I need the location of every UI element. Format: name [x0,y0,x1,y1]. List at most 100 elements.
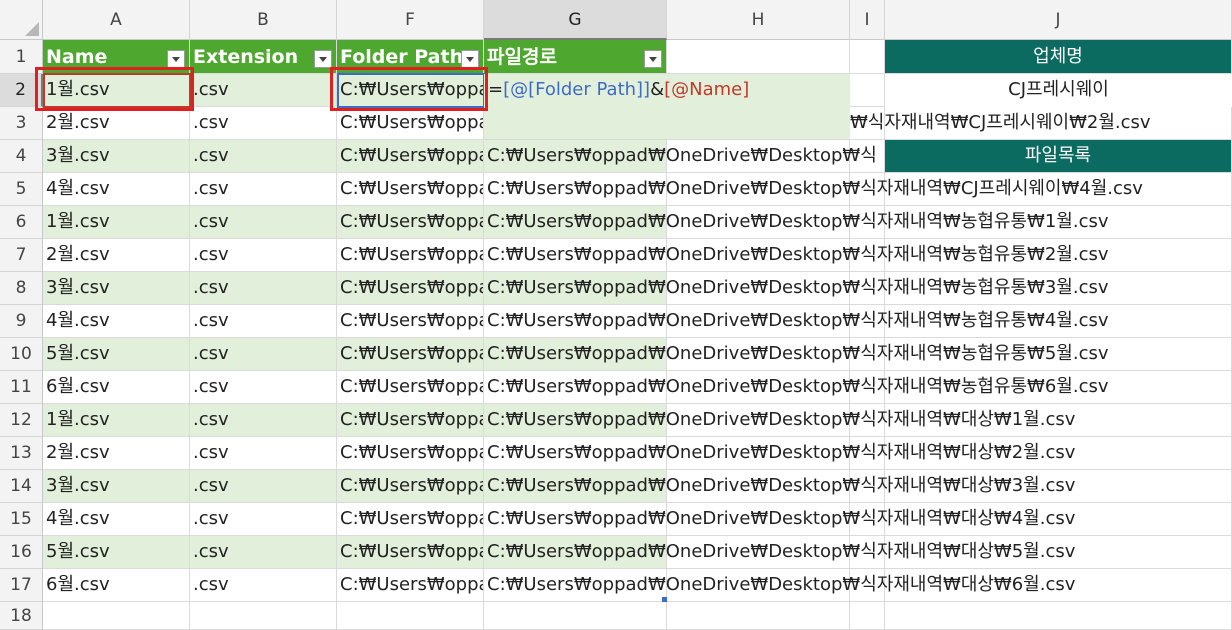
folder-path-cell[interactable]: C:₩Users₩oppa [337,140,484,173]
name-cell[interactable]: 1월.csv [43,404,190,437]
folder-path-cell[interactable]: C:₩Users₩oppa [337,107,484,140]
column-header-h[interactable]: H [667,0,850,40]
extension-cell[interactable]: .csv [190,239,337,272]
file-path-cell[interactable]: C:₩Users₩oppad₩OneDrive₩Desktop₩식자재내역₩농협… [484,338,1109,371]
file-path-cell[interactable]: C:₩Users₩oppad₩OneDrive₩Desktop₩식자재내역₩농협… [484,305,1109,338]
extension-cell[interactable]: .csv [190,272,337,305]
column-header-a[interactable]: A [43,0,190,40]
extension-cell[interactable]: .csv [190,305,337,338]
folder-path-cell[interactable]: C:₩Users₩oppa [337,239,484,272]
extension-cell[interactable]: .csv [190,404,337,437]
cell[interactable] [484,602,667,630]
name-cell[interactable]: 3월.csv [43,140,190,173]
select-all-corner[interactable] [0,0,43,40]
folder-path-cell[interactable]: C:₩Users₩oppa [337,503,484,536]
row-header-13[interactable]: 13 [0,437,43,470]
extension-cell[interactable]: .csv [190,140,337,173]
name-cell[interactable]: 5월.csv [43,338,190,371]
folder-path-cell[interactable]: C:₩Users₩oppa [337,437,484,470]
row-header-1[interactable]: 1 [0,40,43,74]
file-path-cell[interactable]: C:₩Users₩oppad₩OneDrive₩Desktop₩식자재내역₩대상… [484,404,1075,437]
name-cell[interactable]: 4월.csv [43,173,190,206]
folder-path-cell[interactable]: C:₩Users₩oppa [337,206,484,239]
row-header-5[interactable]: 5 [0,173,43,206]
column-header-b[interactable]: B [190,0,337,40]
folder-path-cell[interactable]: C:₩Users₩oppa [337,272,484,305]
extension-cell[interactable]: .csv [190,569,337,602]
name-cell[interactable]: 4월.csv [43,305,190,338]
row-header-10[interactable]: 10 [0,338,43,371]
file-path-cell[interactable]: C:₩Users₩oppad₩OneDrive₩Desktop₩식자재내역₩농협… [484,206,1109,239]
row-header-9[interactable]: 9 [0,305,43,338]
folder-path-cell[interactable]: C:₩Users₩oppa [337,470,484,503]
file-path-cell[interactable]: ₩식자재내역₩CJ프레시웨이₩2월.csv [850,107,1230,140]
cell[interactable] [190,602,337,630]
name-cell[interactable]: 2월.csv [43,239,190,272]
file-path-cell[interactable]: C:₩Users₩oppad₩OneDrive₩Desktop₩식자재내역₩대상… [484,437,1075,470]
formula-edit-cell[interactable]: =[@[Folder Path]]&[@Name] [484,74,850,139]
extension-cell[interactable]: .csv [190,470,337,503]
folder-path-cell[interactable]: C:₩Users₩oppa [337,173,484,206]
cell[interactable] [337,602,484,630]
row-header-3[interactable]: 3 [0,107,43,140]
filter-dropdown-icon[interactable] [461,50,479,68]
folder-path-cell[interactable]: C:₩Users₩oppa [337,338,484,371]
folder-path-cell[interactable]: C:₩Users₩oppa [337,371,484,404]
cell[interactable] [43,602,190,630]
folder-path-cell[interactable]: C:₩Users₩oppa [337,305,484,338]
fill-handle[interactable] [662,597,667,602]
column-header-g[interactable]: G [484,0,667,40]
row-header-7[interactable]: 7 [0,239,43,272]
company-value[interactable]: CJ프레시웨이 [885,74,1232,107]
filter-dropdown-icon[interactable] [314,50,332,68]
folder-path-cell[interactable]: C:₩Users₩oppa [337,569,484,602]
name-cell[interactable]: 2월.csv [43,107,190,140]
row-header-16[interactable]: 16 [0,536,43,569]
file-path-cell[interactable]: C:₩Users₩oppad₩OneDrive₩Desktop₩식자재내역₩대상… [484,569,1075,602]
row-header-11[interactable]: 11 [0,371,43,404]
column-header-i[interactable]: I [850,0,885,40]
cell[interactable] [667,602,850,630]
name-cell[interactable]: 4월.csv [43,503,190,536]
folder-path-cell[interactable]: C:₩Users₩oppa [337,404,484,437]
file-path-cell[interactable]: C:₩Users₩oppad₩OneDrive₩Desktop₩식 [484,140,877,173]
extension-cell[interactable]: .csv [190,371,337,404]
name-cell[interactable]: 2월.csv [43,437,190,470]
extension-cell[interactable]: .csv [190,206,337,239]
name-cell[interactable]: 6월.csv [43,371,190,404]
name-cell[interactable]: 1월.csv [43,206,190,239]
folder-path-cell[interactable]: C:₩Users₩oppa [337,536,484,569]
extension-cell[interactable]: .csv [190,536,337,569]
row-header-18[interactable]: 18 [0,602,43,630]
cell[interactable] [667,40,850,74]
cell[interactable] [850,602,885,630]
row-header-12[interactable]: 12 [0,404,43,437]
file-path-cell[interactable]: C:₩Users₩oppad₩OneDrive₩Desktop₩식자재내역₩대상… [484,470,1075,503]
cell[interactable] [850,40,885,74]
column-header-j[interactable]: J [885,0,1232,40]
cell[interactable] [885,602,1232,630]
extension-cell[interactable]: .csv [190,503,337,536]
file-path-cell[interactable]: C:₩Users₩oppad₩OneDrive₩Desktop₩식자재내역₩CJ… [484,173,1143,206]
file-path-cell[interactable]: C:₩Users₩oppad₩OneDrive₩Desktop₩식자재내역₩대상… [484,503,1075,536]
row-header-15[interactable]: 15 [0,503,43,536]
name-cell[interactable]: 3월.csv [43,272,190,305]
name-cell[interactable]: 5월.csv [43,536,190,569]
name-cell[interactable]: 6월.csv [43,569,190,602]
filter-dropdown-icon[interactable] [644,50,662,68]
cell[interactable] [850,74,885,107]
column-header-f[interactable]: F [337,0,484,40]
extension-cell[interactable]: .csv [190,107,337,140]
row-header-4[interactable]: 4 [0,140,43,173]
file-path-cell[interactable]: C:₩Users₩oppad₩OneDrive₩Desktop₩식자재내역₩농협… [484,272,1109,305]
file-path-cell[interactable]: C:₩Users₩oppad₩OneDrive₩Desktop₩식자재내역₩농협… [484,239,1109,272]
name-cell[interactable]: 3월.csv [43,470,190,503]
extension-cell[interactable]: .csv [190,437,337,470]
row-header-17[interactable]: 17 [0,569,43,602]
file-path-cell[interactable]: C:₩Users₩oppad₩OneDrive₩Desktop₩식자재내역₩농협… [484,371,1109,404]
file-path-cell[interactable]: C:₩Users₩oppad₩OneDrive₩Desktop₩식자재내역₩대상… [484,536,1075,569]
extension-cell[interactable]: .csv [190,338,337,371]
row-header-6[interactable]: 6 [0,206,43,239]
filter-dropdown-icon[interactable] [167,50,185,68]
extension-cell[interactable]: .csv [190,173,337,206]
